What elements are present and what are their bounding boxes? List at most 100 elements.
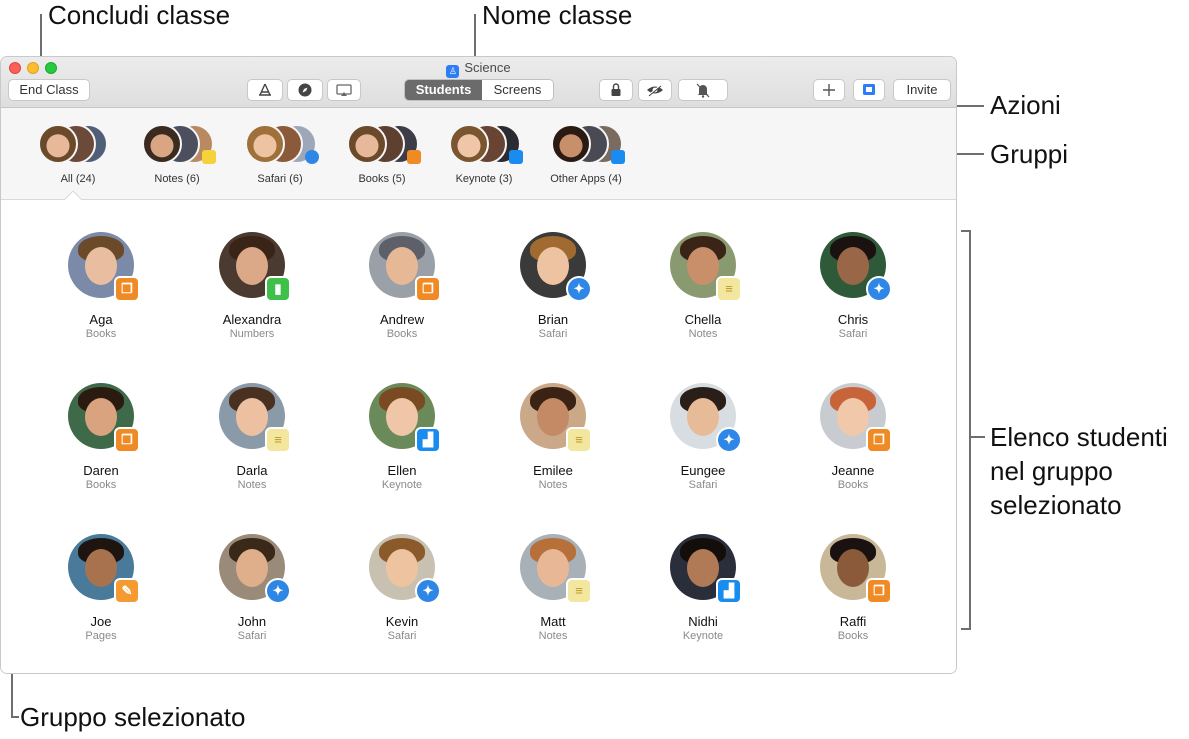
screen-button[interactable]: [853, 79, 885, 101]
notes-icon: [202, 150, 216, 164]
open-app-button[interactable]: [247, 79, 283, 101]
group-keynote[interactable]: Keynote (3): [439, 124, 529, 190]
student-name: Joe: [90, 614, 112, 629]
bell-slash-icon: [696, 83, 710, 98]
student-app: Books: [85, 479, 117, 491]
tab-students[interactable]: Students: [405, 80, 482, 100]
navigate-button[interactable]: [287, 79, 323, 101]
safari-icon: [305, 150, 319, 164]
classroom-window: ♙ Science End Class Students Screens Inv…: [0, 56, 957, 674]
student-tile[interactable]: ▮ Alexandra Numbers: [177, 232, 327, 352]
group-avatar-stack: [449, 124, 525, 166]
lock-button[interactable]: [599, 79, 633, 101]
safari-icon: ✦: [265, 578, 291, 604]
class-name-label: Science: [464, 60, 511, 75]
keynote-icon: ▟: [716, 578, 742, 604]
student-tile[interactable]: ≡ Emilee Notes: [478, 383, 628, 503]
student-name: Jeanne: [831, 463, 875, 478]
plus-icon: [823, 84, 835, 96]
group-all[interactable]: All (24): [33, 124, 123, 190]
student-tile[interactable]: ≡ Darla Notes: [177, 383, 327, 503]
student-name: Brian: [537, 312, 569, 327]
lock-icon: [611, 83, 621, 96]
group-books[interactable]: Books (5): [337, 124, 427, 190]
student-name: Chris: [837, 312, 869, 327]
group-avatar-stack: [38, 124, 112, 166]
keynote-icon: ▟: [415, 427, 441, 453]
student-tile[interactable]: ✦ Brian Safari: [478, 232, 628, 352]
hide-button[interactable]: [638, 79, 672, 101]
callout-student-list: Elenco studenti nel gruppo selezionato: [990, 420, 1168, 522]
mute-button[interactable]: [678, 79, 728, 101]
student-tile[interactable]: ≡ Chella Notes: [628, 232, 778, 352]
group-label: Safari (6): [257, 173, 303, 185]
classroom-icon: ♙: [446, 65, 460, 78]
callout-selected-group: Gruppo selezionato: [20, 702, 246, 732]
notes-icon: ≡: [566, 427, 592, 453]
student-app: Numbers: [229, 328, 275, 340]
student-name: Andrew: [379, 312, 425, 327]
student-tile[interactable]: ✦ Kevin Safari: [327, 534, 477, 654]
student-app: Safari: [838, 328, 868, 340]
window-title: ♙ Science: [1, 60, 956, 78]
callout-student-list-line2: nel gruppo: [990, 456, 1113, 486]
books-icon: ❐: [415, 276, 441, 302]
student-tile[interactable]: ✦ Chris Safari: [778, 232, 928, 352]
group-avatar: [38, 124, 78, 164]
student-name: Darla: [236, 463, 268, 478]
group-notes[interactable]: Notes (6): [132, 124, 222, 190]
student-name: Raffi: [839, 614, 867, 629]
books-icon: [407, 150, 421, 164]
student-tile[interactable]: ▟ Nidhi Keynote: [628, 534, 778, 654]
tab-screens[interactable]: Screens: [482, 80, 553, 100]
student-app: Notes: [538, 479, 568, 491]
safari-icon: ✦: [716, 427, 742, 453]
student-app: Keynote: [682, 630, 724, 642]
student-name: John: [237, 614, 267, 629]
notes-icon: ≡: [716, 276, 742, 302]
student-name: Matt: [540, 614, 566, 629]
student-tile[interactable]: ✦ Eungee Safari: [628, 383, 778, 503]
group-avatar: [347, 124, 387, 164]
student-tile[interactable]: ✎ Joe Pages: [26, 534, 176, 654]
end-class-button[interactable]: End Class: [8, 79, 90, 101]
bracket-students-bottom: [961, 628, 971, 630]
bracket-students: [969, 230, 971, 630]
group-avatar: [551, 124, 591, 164]
student-tile[interactable]: ✦ John Safari: [177, 534, 327, 654]
student-app: Books: [386, 328, 418, 340]
student-tile[interactable]: ❐ Aga Books: [26, 232, 176, 352]
app-store-icon: [259, 83, 271, 96]
group-avatar: [245, 124, 285, 164]
student-app: Books: [837, 479, 869, 491]
invite-button[interactable]: Invite: [893, 79, 951, 101]
student-tile[interactable]: ❐ Andrew Books: [327, 232, 477, 352]
add-button[interactable]: [813, 79, 845, 101]
student-tile[interactable]: ▟ Ellen Keynote: [327, 383, 477, 503]
group-label: Other Apps (4): [550, 173, 622, 185]
books-icon: ❐: [866, 578, 892, 604]
student-tile[interactable]: ❐ Raffi Books: [778, 534, 928, 654]
group-other-apps[interactable]: Other Apps (4): [541, 124, 631, 190]
student-name: Kevin: [385, 614, 419, 629]
books-icon: ❐: [114, 427, 140, 453]
student-name: Daren: [83, 463, 119, 478]
notes-icon: ≡: [566, 578, 592, 604]
student-app: Books: [85, 328, 117, 340]
student-app: Safari: [688, 479, 718, 491]
student-tile[interactable]: ❐ Jeanne Books: [778, 383, 928, 503]
student-name: Chella: [684, 312, 722, 327]
group-label: All (24): [60, 173, 96, 185]
student-app: Safari: [387, 630, 417, 642]
group-avatar-stack: [142, 124, 218, 166]
group-avatar: [142, 124, 182, 164]
keynote-icon: [509, 150, 523, 164]
student-app: Notes: [538, 630, 568, 642]
student-tile[interactable]: ≡ Matt Notes: [478, 534, 628, 654]
airplay-button[interactable]: [327, 79, 361, 101]
group-safari[interactable]: Safari (6): [235, 124, 325, 190]
student-app: Notes: [237, 479, 267, 491]
student-tile[interactable]: ❐ Daren Books: [26, 383, 176, 503]
student-name: Nidhi: [688, 614, 718, 629]
compass-icon: [298, 83, 312, 97]
